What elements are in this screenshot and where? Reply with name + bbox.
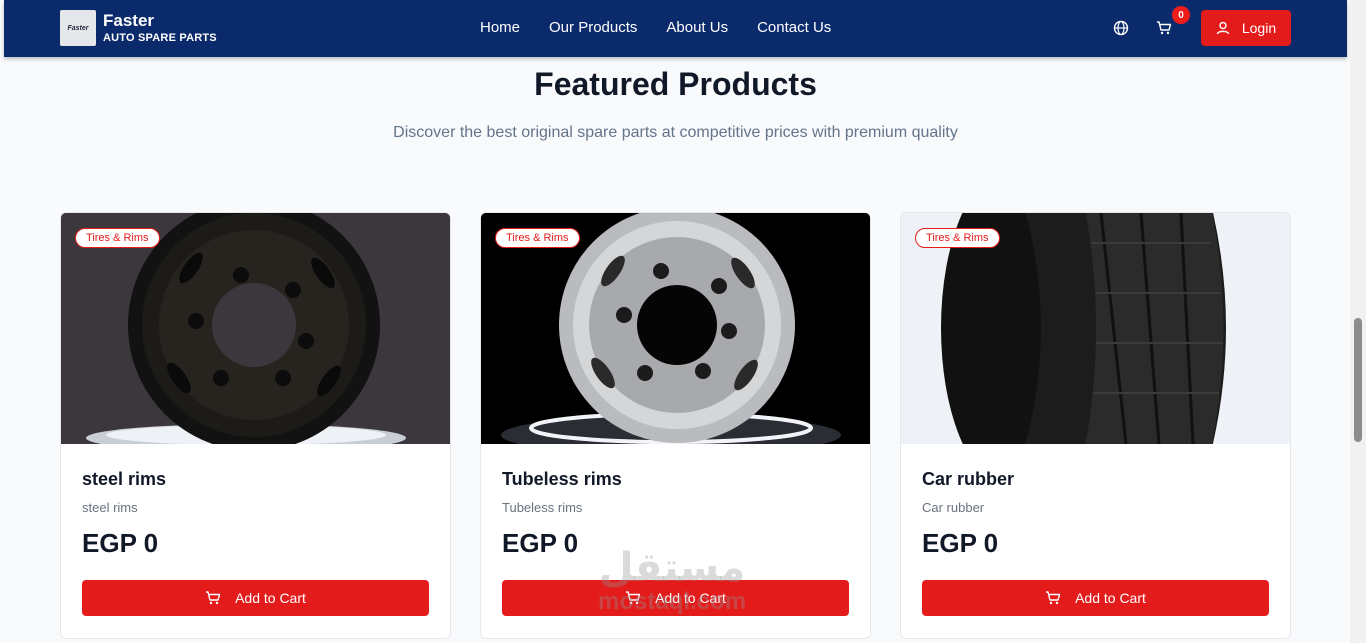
add-to-cart-label: Add to Cart [235,590,306,606]
add-to-cart-button[interactable]: Add to Cart [82,580,429,616]
product-image-car-rubber[interactable]: Tires & Rims [901,213,1290,444]
brand-name: Faster [103,11,155,30]
section-subtitle: Discover the best original spare parts a… [393,124,958,141]
product-name[interactable]: steel rims [82,469,166,490]
product-card[interactable]: Tires & Rims Tubeless rims Tubeless rims… [480,212,871,639]
top-navbar: Faster Faster AUTO SPARE PARTS Home Our … [4,0,1347,57]
product-card[interactable]: Tires & Rims Car rubber Car rubber EGP 0… [900,212,1291,639]
product-description: Tubeless rims [502,500,583,515]
login-label: Login [1241,20,1277,36]
product-card[interactable]: Tires & Rims steel rims steel rims EGP 0… [60,212,451,639]
product-price: EGP 0 [82,528,159,558]
brand-logo-text: Faster [67,24,89,32]
product-image-steel-rims[interactable]: Tires & Rims [61,213,450,444]
nav-contact-us[interactable]: Contact Us [757,19,831,36]
login-button[interactable]: Login [1201,10,1291,46]
add-to-cart-label: Add to Cart [655,590,726,606]
product-name[interactable]: Car rubber [922,469,1014,490]
nav-home[interactable]: Home [480,19,520,36]
user-icon [1216,21,1230,35]
globe-icon[interactable] [1113,20,1129,36]
brand-tagline: AUTO SPARE PARTS [103,32,217,44]
product-image-tubeless-rims[interactable]: Tires & Rims [481,213,870,444]
cart-icon [1157,21,1172,35]
category-badge: Tires & Rims [495,228,580,248]
category-badge: Tires & Rims [75,228,160,248]
product-name[interactable]: Tubeless rims [502,469,622,490]
cart-icon [1046,591,1061,605]
nav-about-us[interactable]: About Us [666,19,728,36]
scrollbar-thumb[interactable] [1354,318,1362,442]
page-scrollbar[interactable] [1350,0,1366,643]
main-nav: Home Our Products About Us Contact Us [480,19,860,36]
product-price: EGP 0 [502,528,579,558]
section-title: Featured Products [534,66,817,102]
cart-icon [206,591,221,605]
category-badge: Tires & Rims [915,228,1000,248]
brand-logo: Faster [60,10,96,46]
cart-icon [626,591,641,605]
product-description: Car rubber [922,500,985,515]
cart-count-badge: 0 [1172,6,1190,24]
brand[interactable]: Faster Faster AUTO SPARE PARTS [60,10,217,46]
add-to-cart-button[interactable]: Add to Cart [922,580,1269,616]
product-price: EGP 0 [922,528,999,558]
product-description: steel rims [82,500,138,515]
nav-our-products[interactable]: Our Products [549,19,637,36]
add-to-cart-label: Add to Cart [1075,590,1146,606]
cart-button[interactable]: 0 [1156,6,1190,38]
add-to-cart-button[interactable]: Add to Cart [502,580,849,616]
